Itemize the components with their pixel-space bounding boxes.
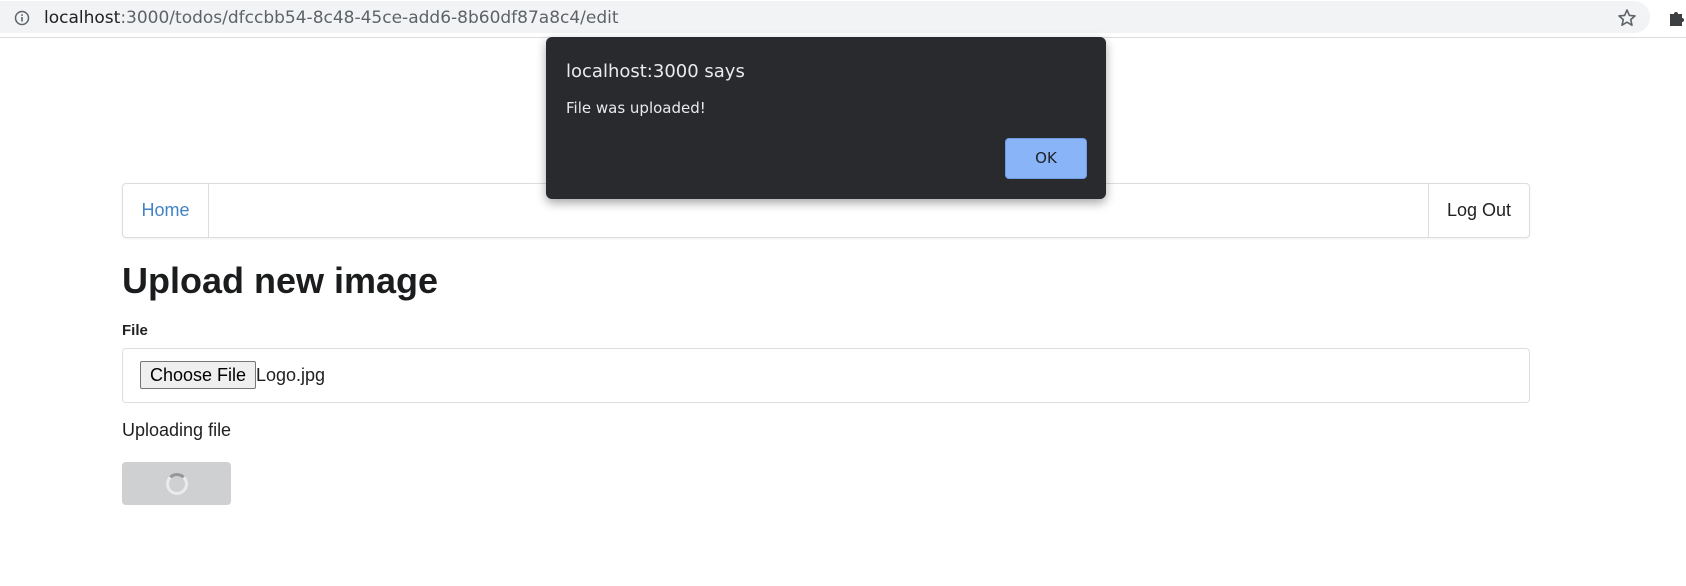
file-input-field[interactable]: Choose File Logo.jpg <box>122 348 1530 403</box>
alert-ok-button[interactable]: OK <box>1005 138 1087 179</box>
file-field-label: File <box>122 322 148 339</box>
upload-submit-button-loading[interactable] <box>122 462 231 505</box>
alert-title: localhost:3000 says <box>566 61 745 82</box>
url-path: :3000/todos/dfccbb54-8c48-45ce-add6-8b60… <box>120 8 619 28</box>
loading-spinner-icon <box>166 473 188 495</box>
alert-dialog: localhost:3000 says File was uploaded! O… <box>546 37 1106 199</box>
choose-file-button[interactable]: Choose File <box>140 361 257 389</box>
address-bar[interactable]: localhost:3000/todos/dfccbb54-8c48-45ce-… <box>0 1 1650 33</box>
nav-home-link[interactable]: Home <box>123 184 209 237</box>
upload-status-text: Uploading file <box>122 420 232 440</box>
browser-toolbar: localhost:3000/todos/dfccbb54-8c48-45ce-… <box>0 0 1686 38</box>
star-icon[interactable] <box>1617 8 1637 28</box>
alert-message: File was uploaded! <box>566 99 706 117</box>
page-title: Upload new image <box>122 260 439 301</box>
url-text[interactable]: localhost:3000/todos/dfccbb54-8c48-45ce-… <box>44 7 619 29</box>
selected-file-name: Logo.jpg <box>256 365 326 385</box>
puzzle-icon[interactable] <box>1668 8 1686 26</box>
url-host: localhost <box>44 8 121 28</box>
nav-logout-link[interactable]: Log Out <box>1428 184 1529 237</box>
info-icon[interactable] <box>14 10 30 26</box>
